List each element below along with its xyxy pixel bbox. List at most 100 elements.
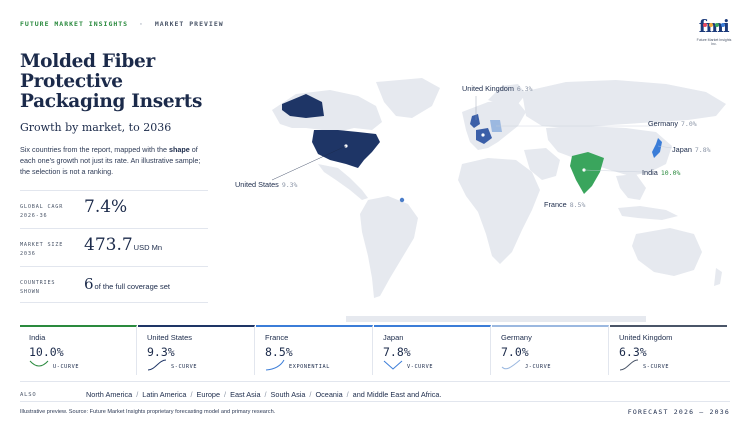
australia-shape (632, 228, 702, 276)
footer: Illustrative preview. Source: Future Mar… (20, 401, 730, 416)
forecast-range: FORECAST 2026 – 2036 (627, 408, 730, 416)
card-growth-value: 7.8% (383, 345, 411, 359)
region-separator: / (309, 390, 312, 399)
region-separator: / (224, 390, 227, 399)
stat-number: 6 (84, 275, 94, 293)
land-masses (272, 78, 726, 322)
stat-number: 7.4% (84, 197, 128, 217)
country-card-japan[interactable]: Japan 7.8% V-CURVE (374, 325, 491, 375)
description-emphasis: shape (169, 145, 190, 154)
map-label-value: 7.0% (681, 120, 697, 128)
region-separator: / (136, 390, 139, 399)
section-name: MARKET PREVIEW (154, 20, 224, 28)
united-states-shape[interactable] (312, 130, 380, 168)
logo-dot (709, 23, 713, 27)
stat-value: 7.4% (84, 197, 127, 217)
map-label-name: United Kingdom (462, 84, 514, 93)
logo-mark: fmi (698, 17, 730, 37)
world-map (271, 78, 726, 322)
stat-unit: of the full coverage set (94, 282, 171, 291)
stat-number: 473.7 (84, 235, 133, 255)
stat-label: GLOBAL CAGR 2026-36 (20, 204, 64, 219)
country-card-united-states[interactable]: United States 9.3% S-CURVE (138, 325, 255, 375)
country-card-germany[interactable]: Germany 7.0% J-CURVE (492, 325, 609, 375)
stat-divider (20, 302, 208, 303)
region-item[interactable]: South Asia (271, 390, 306, 399)
map-label-united-states: United States 9.3% (235, 180, 297, 189)
also-label: ALSO (20, 392, 37, 398)
map-label-name: Germany (648, 119, 679, 128)
map-label-france: France 8.5% (544, 200, 585, 209)
map-label-name: United States (235, 180, 279, 189)
source-note: Illustrative preview. Source: Future Mar… (20, 409, 276, 415)
region-item[interactable]: and Middle East and Africa. (353, 390, 442, 399)
card-growth-value: 7.0% (501, 345, 529, 359)
stat-value: 6of the full coverage set (84, 275, 170, 293)
card-curve-type: S-CURVE (171, 364, 198, 370)
indonesia-shape (618, 206, 678, 220)
header-separator: · (139, 20, 144, 28)
region-dot (399, 197, 405, 203)
logo-dot (715, 23, 719, 27)
region-separator: / (346, 390, 349, 399)
region-item[interactable]: Oceania (315, 390, 342, 399)
header-bar: FUTURE MARKET INSIGHTS · MARKET PREVIEW (20, 20, 224, 28)
stat-label: COUNTRIES SHOWN (20, 280, 56, 295)
france-marker (481, 133, 485, 137)
map-label-value: 9.3% (281, 181, 298, 189)
country-card-france[interactable]: France 8.5% EXPONENTIAL (256, 325, 373, 375)
map-label-japan: Japan 7.8% (672, 145, 711, 154)
greenland-shape (376, 78, 440, 118)
also-regions-row: ALSO North America / Latin America / Europe /… (20, 381, 730, 399)
map-label-germany: Germany 7.0% (648, 119, 697, 128)
stat-label: MARKET SIZE 2036 (20, 242, 64, 257)
map-label-name: France (544, 200, 567, 209)
description-text: Six countries from the report, mapped wi… (20, 145, 170, 154)
card-curve-type: J-CURVE (525, 364, 552, 370)
card-curve-type: U-CURVE (53, 364, 80, 370)
stat-global-cagr: GLOBAL CAGR 2026-36 7.4% (20, 190, 208, 228)
region-item[interactable]: Latin America (142, 390, 186, 399)
stat-market-size: MARKET SIZE 2036 473.7USD Mn (20, 228, 208, 266)
map-label-united-kingdom: United Kingdom 6.3% (462, 84, 533, 93)
card-growth-value: 10.0% (29, 345, 64, 359)
card-curve-type: S-CURVE (643, 364, 670, 370)
region-separator: / (190, 390, 193, 399)
page-subtitle: Growth by market, to 2036 (20, 121, 172, 134)
country-cards: India 10.0% U-CURVE United States 9.3% S… (20, 325, 730, 375)
region-item[interactable]: North America (86, 390, 132, 399)
card-country-name: Japan (383, 333, 404, 342)
stat-unit: USD Mn (133, 243, 163, 252)
southeast-asia-shape (616, 174, 646, 200)
south-america-shape (360, 196, 418, 298)
map-label-value: 7.8% (694, 146, 711, 154)
page-title: Molded Fiber Protective Packaging Insert… (20, 51, 203, 112)
map-label-value: 6.3% (516, 85, 533, 93)
central-america-shape (318, 164, 368, 200)
stat-value: 473.7USD Mn (84, 235, 162, 255)
fmi-logo[interactable]: fmi Future Market Insights Inc. (694, 14, 734, 46)
logo-dot (703, 23, 707, 27)
card-curve-type: EXPONENTIAL (289, 364, 330, 370)
card-country-name: United Kingdom (619, 333, 673, 342)
map-label-name: Japan (672, 145, 692, 154)
antarctica-shape (346, 316, 646, 322)
logo-dots (700, 14, 728, 27)
card-country-name: France (265, 333, 289, 342)
map-label-india: India 10.0% (642, 168, 680, 177)
description: Six countries from the report, mapped wi… (20, 144, 210, 177)
india-shape[interactable] (570, 152, 604, 194)
country-card-united-kingdom[interactable]: United Kingdom 6.3% S-CURVE (610, 325, 727, 375)
country-card-india[interactable]: India 10.0% U-CURVE (20, 325, 137, 375)
map-label-value: 10.0% (660, 169, 681, 177)
card-country-name: Germany (501, 333, 532, 342)
card-growth-value: 6.3% (619, 345, 647, 359)
card-curve-type: V-CURVE (407, 364, 434, 370)
card-country-name: India (29, 333, 46, 342)
new-zealand-shape (714, 268, 722, 286)
logo-tagline: Future Market Insights Inc. (696, 38, 732, 46)
map-label-value: 8.5% (569, 201, 586, 209)
stat-countries-shown: COUNTRIES SHOWN 6of the full coverage se… (20, 266, 208, 304)
region-item[interactable]: Europe (197, 390, 221, 399)
region-item[interactable]: East Asia (230, 390, 260, 399)
